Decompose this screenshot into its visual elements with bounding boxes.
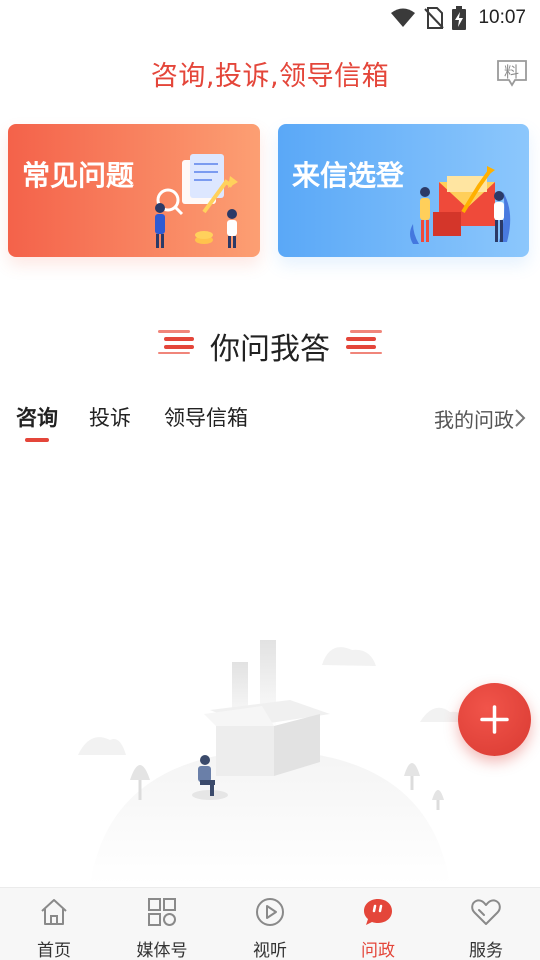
chat-bubble-icon	[364, 899, 392, 925]
status-icons	[390, 6, 466, 30]
nav-label-video: 视听	[253, 941, 287, 960]
selected-letters-card-label: 来信选登	[292, 159, 405, 192]
no-sim-icon	[424, 7, 444, 29]
nav-item-media[interactable]: 媒体号	[108, 888, 216, 960]
nav-item-inquiry[interactable]: 问政	[324, 888, 432, 960]
tab-consult[interactable]: 咨询	[16, 402, 58, 432]
news-tip-button[interactable]: 料	[496, 58, 528, 88]
faq-card-label: 常见问题	[22, 159, 135, 192]
plus-icon	[480, 705, 509, 734]
nav-label-inquiry: 问政	[361, 941, 395, 960]
heart-icon	[471, 899, 501, 925]
add-question-button[interactable]	[458, 683, 531, 756]
selected-letters-card[interactable]: 来信选登	[278, 124, 529, 257]
nav-label-media: 媒体号	[136, 941, 188, 960]
home-icon	[41, 899, 67, 925]
faq-illustration	[155, 154, 238, 248]
bottom-navigation: 首页 媒体号 视听 问政 服务	[0, 887, 540, 960]
wifi-icon	[391, 8, 415, 27]
section-header: 你问我答	[0, 322, 540, 367]
title-decoration-right	[346, 330, 382, 354]
battery-charging-icon	[452, 6, 466, 30]
status-time: 10:07	[478, 7, 526, 28]
nav-item-services[interactable]: 服务	[432, 888, 540, 960]
nav-label-home: 首页	[37, 941, 71, 960]
play-icon	[256, 898, 284, 926]
nav-label-services: 服务	[469, 941, 503, 960]
nav-item-home[interactable]: 首页	[0, 888, 108, 960]
section-title: 你问我答	[210, 332, 330, 367]
status-bar: 10:07	[0, 0, 540, 36]
tab-leader-mailbox[interactable]: 领导信箱	[164, 402, 248, 432]
chevron-right-icon	[515, 409, 526, 427]
active-tab-indicator	[25, 438, 49, 442]
my-inquiries-link[interactable]: 我的问政	[434, 404, 514, 433]
letters-illustration	[410, 166, 511, 244]
page-title: 咨询,投诉,领导信箱	[150, 61, 390, 92]
grid-icon	[148, 898, 176, 926]
empty-state-illustration	[78, 640, 466, 885]
tab-complaint[interactable]: 投诉	[89, 402, 131, 432]
news-tip-label: 料	[504, 63, 520, 81]
nav-item-video[interactable]: 视听	[216, 888, 324, 960]
faq-card[interactable]: 常见问题	[8, 124, 260, 257]
